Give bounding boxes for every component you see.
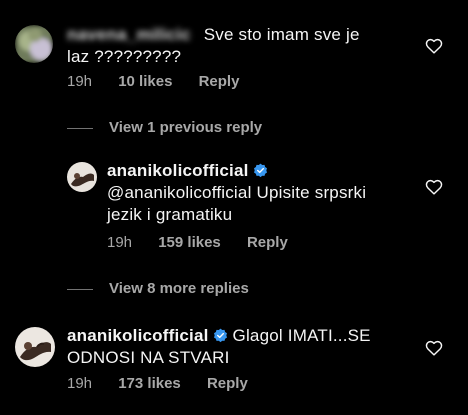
divider-line <box>67 127 93 129</box>
timestamp: 19h <box>67 375 93 392</box>
heart-icon[interactable] <box>425 38 443 54</box>
verified-badge-icon <box>253 163 267 178</box>
verified-badge-icon <box>213 328 227 343</box>
comment-body-line2: ODNOSI NA STVARI <box>67 348 230 367</box>
comment-body-line2: jezik i gramatiku <box>107 205 233 224</box>
timestamp: 19h <box>67 73 93 90</box>
likes-count[interactable]: 10 likes <box>118 73 172 90</box>
view-previous-label: View 1 previous reply <box>109 119 263 136</box>
comment-text: ananikolicofficial @ananikolicofficial U… <box>107 160 417 226</box>
avatar[interactable] <box>15 327 55 367</box>
avatar[interactable] <box>15 25 53 63</box>
username[interactable]: ananikolicofficial <box>67 326 209 345</box>
reply-button[interactable]: Reply <box>199 73 240 90</box>
view-more-replies-button[interactable]: View 8 more replies <box>67 280 249 297</box>
comment-meta: 19h 159 likes Reply <box>107 234 310 251</box>
likes-count[interactable]: 159 likes <box>158 234 221 251</box>
reply-button[interactable]: Reply <box>207 375 248 392</box>
heart-icon[interactable] <box>425 179 443 195</box>
comment-meta: 19h 173 likes Reply <box>67 375 270 392</box>
comment-text: ananikolicofficial Glagol IMATI...SE ODNO… <box>67 325 417 369</box>
comment-body-line2: laz ????????? <box>67 47 182 66</box>
timestamp: 19h <box>107 234 133 251</box>
username[interactable]: navena_milicic <box>67 24 191 46</box>
heart-icon[interactable] <box>425 340 443 356</box>
username[interactable]: ananikolicofficial <box>107 161 249 180</box>
view-previous-reply-button[interactable]: View 1 previous reply <box>67 119 262 136</box>
likes-count[interactable]: 173 likes <box>118 375 181 392</box>
reply-button[interactable]: Reply <box>247 234 288 251</box>
comment-body-line1: @ananikolicofficial Upisite srpsrki <box>107 183 367 202</box>
comment-meta: 19h 10 likes Reply <box>67 73 261 90</box>
comment-body-line1: Sve sto imam sve je <box>203 25 360 44</box>
divider-line <box>67 288 93 290</box>
comment-text: navena_milicic Sve sto imam sve je laz ?… <box>67 24 407 68</box>
view-more-label: View 8 more replies <box>109 280 249 297</box>
comment-body-line1: Glagol IMATI...SE <box>232 326 371 345</box>
avatar[interactable] <box>67 162 97 192</box>
